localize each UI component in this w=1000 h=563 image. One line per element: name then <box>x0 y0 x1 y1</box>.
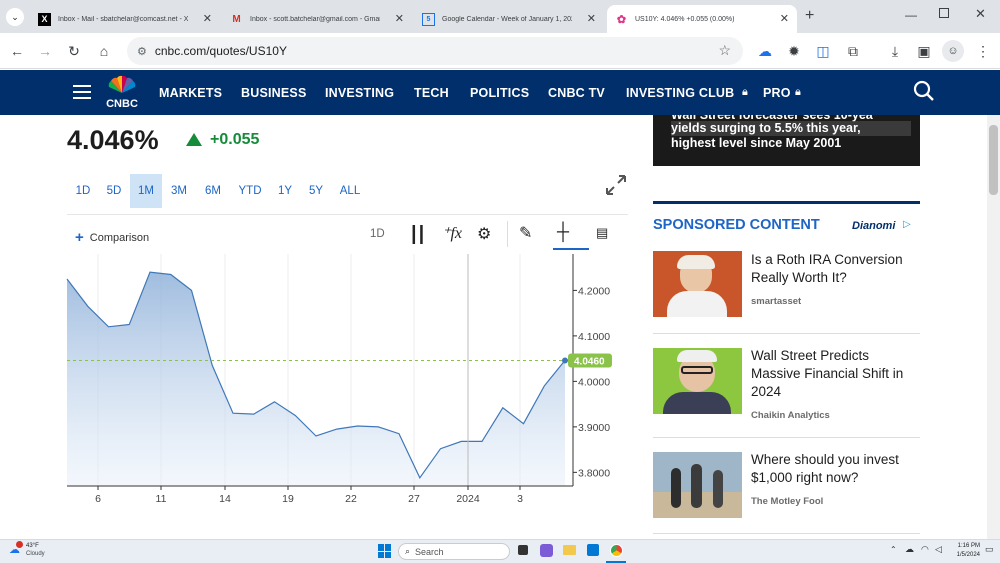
side-panel-icon[interactable]: ▣ <box>913 40 935 62</box>
search-icon: ⌕ <box>405 546 411 556</box>
volume-icon[interactable]: ◁ <box>935 544 942 555</box>
nav-pro[interactable]: PRO <box>763 86 791 100</box>
adchoices-icon[interactable]: ▷ <box>903 219 911 230</box>
extension-icon[interactable]: ◫ <box>812 40 834 62</box>
bug-extension-icon[interactable]: ✹ <box>783 40 805 62</box>
close-window-icon[interactable]: ✕ <box>975 6 986 22</box>
y-tick-label: 4.2000 <box>578 285 610 297</box>
new-tab-icon[interactable]: + <box>805 7 814 25</box>
task-view-icon[interactable] <box>518 545 528 555</box>
file-explorer-icon[interactable] <box>563 545 576 555</box>
weather-desc: Cloudy <box>26 551 45 557</box>
scrollbar-thumb[interactable] <box>989 125 998 195</box>
sponsored-source-1: smartasset <box>751 296 802 307</box>
store-icon[interactable] <box>587 544 599 556</box>
y-tick-label: 3.9000 <box>578 422 610 434</box>
x-tick-label: 6 <box>95 493 101 505</box>
bookmark-star-icon[interactable]: ☆ <box>718 42 731 59</box>
notification-bell-icon[interactable]: ▭ <box>985 544 994 555</box>
weather-temp: 43°F <box>26 543 39 549</box>
search-icon[interactable] <box>913 80 935 102</box>
sponsored-title-1[interactable]: Is a Roth IRA Conversion Really Worth It… <box>751 251 919 287</box>
y-tick-label: 4.0000 <box>578 376 610 388</box>
yield-chart[interactable]: 6 11 14 19 22 27 2024 3 4.2000 4.1000 4.0000 3.900… <box>0 0 640 520</box>
download-icon[interactable]: ⤓ <box>884 40 906 62</box>
page-scrollbar[interactable] <box>987 115 1000 539</box>
close-icon[interactable]: ✕ <box>780 12 789 25</box>
sponsored-title-3[interactable]: Where should you invest $1,000 right now… <box>751 451 919 487</box>
onedrive-icon[interactable]: ☁ <box>905 544 914 555</box>
menu-dots-icon[interactable]: ⋮ <box>972 40 994 62</box>
sponsored-image-1[interactable] <box>653 251 742 317</box>
y-tick-label: 3.8000 <box>578 467 610 479</box>
search-label: Search <box>415 546 444 557</box>
taskbar-search[interactable]: ⌕ Search <box>398 543 510 560</box>
wifi-icon[interactable]: ◠ <box>921 544 929 555</box>
x-tick-label: 19 <box>282 493 294 505</box>
restore-icon[interactable] <box>939 8 949 18</box>
windows-start-icon[interactable] <box>378 544 392 558</box>
sponsored-source-2: Chaikin Analytics <box>751 410 830 421</box>
chevron-up-icon[interactable]: ⌃ <box>890 545 897 554</box>
minimize-icon[interactable]: — <box>905 8 917 22</box>
x-tick-label: 2024 <box>456 493 480 505</box>
nav-investing-club[interactable]: INVESTING CLUB <box>626 86 734 100</box>
lock-icon: 🔒︎ <box>795 86 801 98</box>
last-point <box>562 357 568 364</box>
divider <box>653 437 920 438</box>
sponsored-heading: SPONSORED CONTENT <box>653 217 820 233</box>
y-tick-label: 4.1000 <box>578 331 610 343</box>
last-price-label: 4.0460 <box>574 356 605 367</box>
teams-icon[interactable] <box>540 544 553 557</box>
chrome-icon[interactable] <box>610 544 623 557</box>
clock-date[interactable]: 1/5/2024 <box>948 552 980 558</box>
divider <box>653 533 920 534</box>
lock-icon: 🔒︎ <box>742 86 748 98</box>
ad-line-3: highest level since May 2001 <box>671 136 842 150</box>
price-area <box>67 272 565 486</box>
sponsored-source-3: The Motley Fool <box>751 496 824 507</box>
sponsored-title-2[interactable]: Wall Street Predicts Massive Financial S… <box>751 347 919 401</box>
x-tick-label: 11 <box>156 493 167 505</box>
sponsored-image-3[interactable] <box>653 452 742 518</box>
dianomi-logo[interactable]: Dianomi <box>852 220 895 232</box>
cloud-extension-icon[interactable]: ☁ <box>754 40 776 62</box>
ad-line-2: yields surging to 5.5% this year, <box>671 121 911 136</box>
x-tick-label: 3 <box>517 493 523 505</box>
x-tick-label: 14 <box>219 493 231 505</box>
clock-time[interactable]: 1:16 PM <box>952 543 980 549</box>
notification-badge <box>16 541 23 548</box>
x-tick-label: 27 <box>408 493 420 505</box>
sponsored-image-2[interactable] <box>653 348 742 414</box>
x-tick-label: 22 <box>345 493 357 505</box>
video-ad-banner[interactable]: Wall Street forecaster sees 10-yea yield… <box>653 115 920 166</box>
windows-taskbar: ☁ 43°F Cloudy ⌕ Search ⌃ ☁ ◠ ◁ 1:16 PM 1… <box>0 539 1000 563</box>
section-rule <box>653 201 920 204</box>
tab-title: US10Y: 4.046% +0.055 (0.00%) <box>635 15 735 23</box>
extensions-puzzle-icon[interactable]: ⧉ <box>842 40 864 62</box>
divider <box>653 333 920 334</box>
profile-avatar-icon[interactable]: ☺ <box>942 40 964 62</box>
